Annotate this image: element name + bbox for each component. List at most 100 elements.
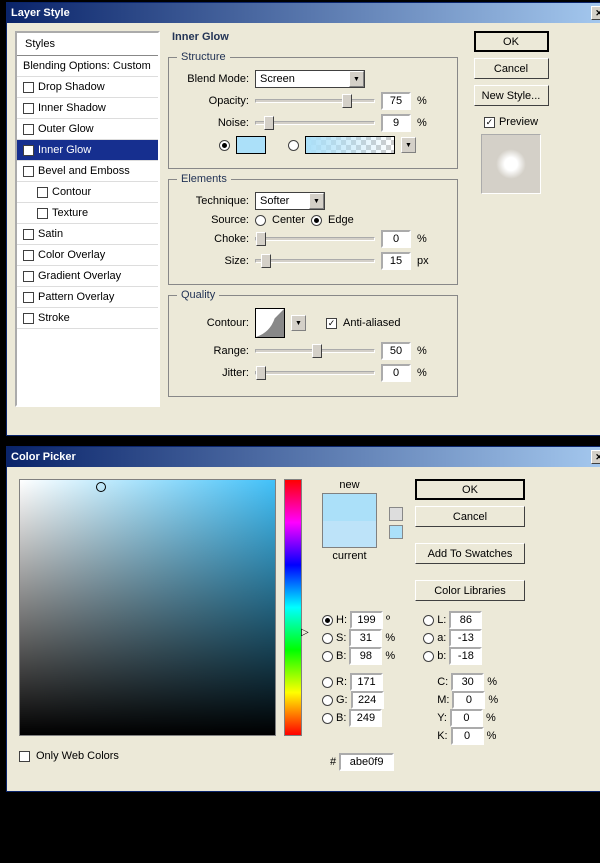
style-texture[interactable]: Texture [17, 203, 158, 224]
close-icon[interactable]: ✕ [591, 6, 600, 20]
h-input[interactable]: 199 [350, 611, 383, 629]
a-radio[interactable] [423, 633, 434, 644]
checkbox-icon[interactable] [23, 82, 34, 93]
style-satin[interactable]: Satin [17, 224, 158, 245]
choke-input[interactable]: 0 [381, 230, 411, 248]
slider-handle-icon[interactable] [261, 254, 271, 268]
slider-handle-icon[interactable] [256, 366, 266, 380]
opacity-slider[interactable] [255, 99, 375, 103]
bv-input[interactable]: 98 [349, 647, 382, 665]
close-icon[interactable]: ✕ [591, 450, 600, 464]
hue-pointer-icon[interactable]: ▷ [301, 627, 309, 638]
ok-button[interactable]: OK [474, 31, 549, 52]
g-input[interactable]: 224 [351, 691, 384, 709]
gamut-icon[interactable] [389, 507, 403, 521]
bri-radio[interactable] [322, 651, 333, 662]
slider-handle-icon[interactable] [312, 344, 322, 358]
style-inner-glow[interactable]: ✓Inner Glow [17, 140, 158, 161]
style-color-overlay[interactable]: Color Overlay [17, 245, 158, 266]
b-radio[interactable] [423, 651, 434, 662]
cancel-button[interactable]: Cancel [474, 58, 549, 79]
blending-options[interactable]: Blending Options: Custom [17, 56, 158, 77]
blend-mode-dropdown[interactable]: Screen▼ [255, 70, 365, 88]
slider-handle-icon[interactable] [342, 94, 352, 108]
hue-slider[interactable] [284, 479, 302, 736]
style-outer-glow[interactable]: Outer Glow [17, 119, 158, 140]
titlebar[interactable]: Layer Style ✕ [7, 3, 600, 23]
checkbox-icon[interactable]: ✓ [23, 145, 34, 156]
titlebar[interactable]: Color Picker ✕ [7, 447, 600, 467]
style-bevel[interactable]: Bevel and Emboss [17, 161, 158, 182]
color-compare[interactable] [322, 493, 377, 548]
technique-dropdown[interactable]: Softer▼ [255, 192, 325, 210]
c-input[interactable]: 30 [451, 673, 484, 691]
fill-color-swatch[interactable] [236, 136, 266, 154]
preview-checkbox[interactable]: ✓ [484, 117, 495, 128]
style-gradient-overlay[interactable]: Gradient Overlay [17, 266, 158, 287]
checkbox-icon[interactable] [23, 166, 34, 177]
choke-slider[interactable] [255, 237, 375, 241]
new-style-button[interactable]: New Style... [474, 85, 549, 106]
k-input[interactable]: 0 [451, 727, 484, 745]
opacity-input[interactable]: 75 [381, 92, 411, 110]
l-input[interactable]: 86 [449, 611, 482, 629]
checkbox-icon[interactable] [23, 250, 34, 261]
l-radio[interactable] [423, 615, 434, 626]
jitter-slider[interactable] [255, 371, 375, 375]
source-center-radio[interactable] [255, 215, 266, 226]
checkbox-icon[interactable] [23, 124, 34, 135]
sat-radio[interactable] [322, 633, 333, 644]
style-contour[interactable]: Contour [17, 182, 158, 203]
jitter-input[interactable]: 0 [381, 364, 411, 382]
r-input[interactable]: 171 [350, 673, 383, 691]
size-input[interactable]: 15 [381, 252, 411, 270]
checkbox-icon[interactable] [37, 187, 48, 198]
websafe-icon[interactable] [389, 525, 403, 539]
m-input[interactable]: 0 [452, 691, 485, 709]
noise-input[interactable]: 9 [381, 114, 411, 132]
checkbox-icon[interactable] [23, 292, 34, 303]
bc-input[interactable]: 249 [349, 709, 382, 727]
range-slider[interactable] [255, 349, 375, 353]
contour-swatch[interactable] [255, 308, 285, 338]
slider-handle-icon[interactable] [264, 116, 274, 130]
style-stroke[interactable]: Stroke [17, 308, 158, 329]
range-input[interactable]: 50 [381, 342, 411, 360]
chevron-down-icon[interactable]: ▼ [401, 137, 416, 153]
fill-gradient-radio[interactable] [288, 140, 299, 151]
checkbox-icon[interactable] [23, 313, 34, 324]
green-radio[interactable] [322, 695, 333, 706]
styles-header[interactable]: Styles [17, 33, 158, 56]
slider-handle-icon[interactable] [256, 232, 266, 246]
contour-label: Contour: [179, 317, 249, 329]
hex-input[interactable]: abe0f9 [339, 753, 394, 771]
chevron-down-icon[interactable]: ▼ [291, 315, 306, 331]
blue-radio[interactable] [322, 713, 333, 724]
cancel-button[interactable]: Cancel [415, 506, 525, 527]
source-edge-radio[interactable] [311, 215, 322, 226]
color-libraries-button[interactable]: Color Libraries [415, 580, 525, 601]
checkbox-icon[interactable] [23, 271, 34, 282]
size-slider[interactable] [255, 259, 375, 263]
style-drop-shadow[interactable]: Drop Shadow [17, 77, 158, 98]
web-colors-checkbox[interactable] [19, 751, 30, 762]
fill-solid-radio[interactable] [219, 140, 230, 151]
saturation-brightness-field[interactable] [19, 479, 276, 736]
checkbox-icon[interactable] [23, 229, 34, 240]
s-input[interactable]: 31 [349, 629, 382, 647]
checkbox-icon[interactable] [37, 208, 48, 219]
style-pattern-overlay[interactable]: Pattern Overlay [17, 287, 158, 308]
noise-slider[interactable] [255, 121, 375, 125]
checkbox-icon[interactable] [23, 103, 34, 114]
hue-radio[interactable] [322, 615, 333, 626]
style-inner-shadow[interactable]: Inner Shadow [17, 98, 158, 119]
ok-button[interactable]: OK [415, 479, 525, 500]
anti-aliased-checkbox[interactable]: ✓ [326, 318, 337, 329]
red-radio[interactable] [322, 677, 333, 688]
lab-b-input[interactable]: -18 [449, 647, 482, 665]
fill-gradient-swatch[interactable] [305, 136, 395, 154]
color-cursor-icon[interactable] [96, 482, 106, 492]
add-swatches-button[interactable]: Add To Swatches [415, 543, 525, 564]
a-input[interactable]: -13 [449, 629, 482, 647]
y-input[interactable]: 0 [450, 709, 483, 727]
